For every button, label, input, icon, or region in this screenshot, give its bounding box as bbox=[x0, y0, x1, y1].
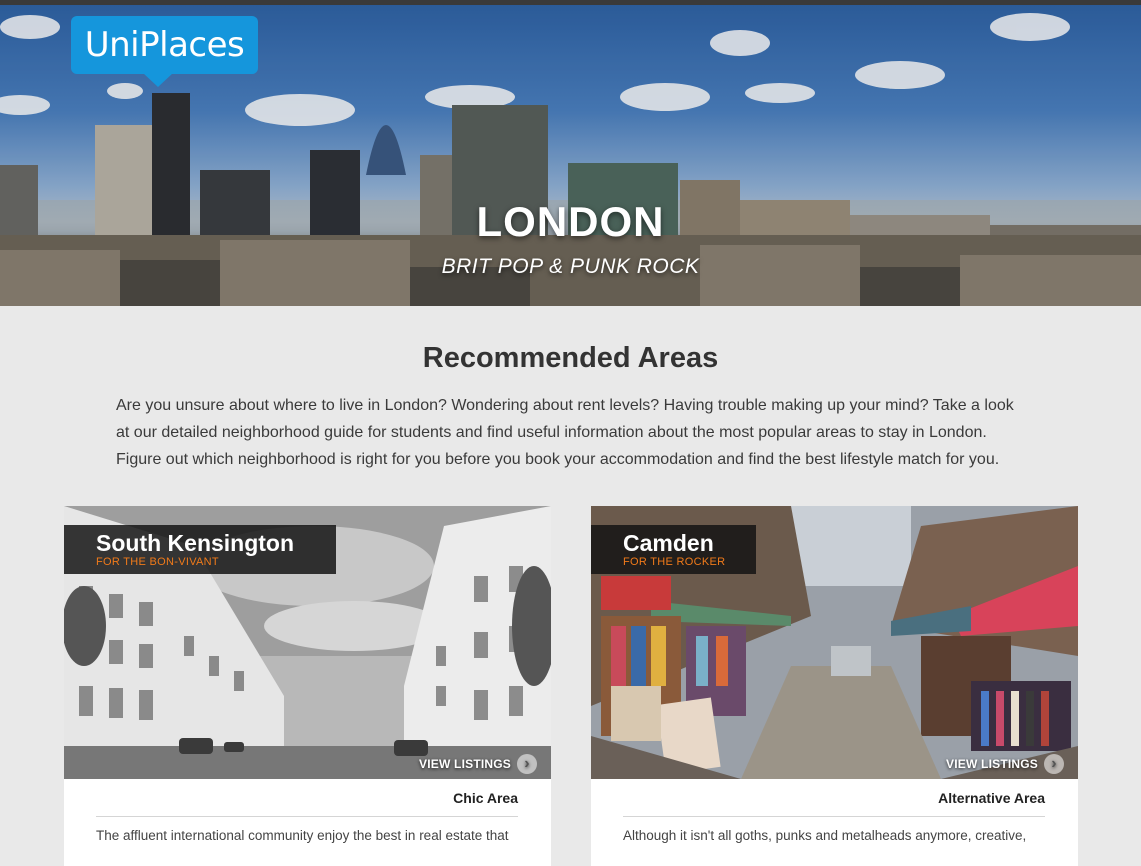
area-description: The affluent international community enj… bbox=[96, 828, 509, 843]
area-category: Chic Area bbox=[453, 790, 518, 806]
area-label-box: South Kensington FOR THE BON-VIVANT bbox=[64, 525, 336, 574]
divider bbox=[623, 816, 1045, 817]
area-tagline: FOR THE ROCKER bbox=[623, 556, 726, 568]
view-listings-label: VIEW LISTINGS bbox=[419, 757, 511, 771]
area-card-camden[interactable]: Camden FOR THE ROCKER VIEW LISTINGS › Al… bbox=[591, 506, 1078, 866]
section-title: Recommended Areas bbox=[422, 342, 719, 374]
logo-speech-tail bbox=[143, 73, 173, 87]
area-name: South Kensington bbox=[96, 530, 295, 556]
view-listings-link[interactable]: VIEW LISTINGS › bbox=[946, 753, 1064, 775]
view-listings-link[interactable]: VIEW LISTINGS › bbox=[419, 753, 537, 775]
uniplaces-logo[interactable]: UniPlaces bbox=[71, 16, 258, 74]
area-description: Although it isn't all goths, punks and m… bbox=[623, 828, 1027, 843]
chevron-right-icon[interactable]: › bbox=[517, 754, 537, 774]
area-name: Camden bbox=[623, 530, 714, 556]
city-title: LONDON bbox=[476, 198, 665, 245]
intro-paragraph: Are you unsure about where to live in Lo… bbox=[116, 397, 1014, 468]
view-listings-label: VIEW LISTINGS bbox=[946, 757, 1038, 771]
chevron-right-icon[interactable]: › bbox=[1044, 754, 1064, 774]
area-category: Alternative Area bbox=[938, 790, 1045, 806]
area-label-box: Camden FOR THE ROCKER bbox=[591, 525, 756, 574]
area-card-south-kensington[interactable]: South Kensington FOR THE BON-VIVANT VIEW… bbox=[64, 506, 551, 866]
area-tagline: FOR THE BON-VIVANT bbox=[96, 556, 219, 568]
city-subtitle: BRIT POP & PUNK ROCK bbox=[441, 255, 700, 278]
area-photo[interactable]: South Kensington FOR THE BON-VIVANT VIEW… bbox=[64, 506, 551, 779]
area-photo[interactable]: Camden FOR THE ROCKER VIEW LISTINGS › bbox=[591, 506, 1078, 779]
divider bbox=[96, 816, 518, 817]
